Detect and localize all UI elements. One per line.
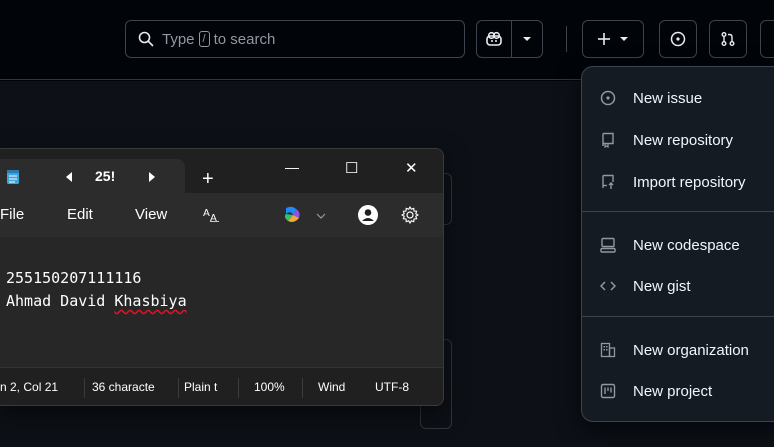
- search-icon: [138, 31, 154, 47]
- copilot-button[interactable]: [476, 20, 512, 58]
- menu-view[interactable]: View: [135, 206, 167, 223]
- notepad-text-area[interactable]: 255150207111116 Ahmad David Khasbiya: [0, 237, 443, 367]
- issue-opened-icon: [600, 90, 616, 106]
- copilot-icon[interactable]: [282, 206, 302, 224]
- spellcheck-error-word[interactable]: Khasbiya: [114, 292, 186, 310]
- scroll-tabs-left-icon[interactable]: [65, 172, 73, 182]
- menu-item-label: New organization: [633, 341, 749, 359]
- plus-icon: [598, 33, 610, 45]
- status-character-count: 36 characte: [92, 380, 155, 394]
- menu-item-new-organization[interactable]: New organization: [582, 332, 774, 368]
- maximize-button[interactable]: ☐: [345, 159, 358, 177]
- text-line-2-part: Ahmad David: [6, 292, 115, 310]
- create-new-button[interactable]: [582, 20, 644, 58]
- settings-gear-icon[interactable]: [401, 206, 419, 224]
- copilot-dropdown-button[interactable]: [511, 20, 543, 58]
- triangle-down-icon: [620, 37, 628, 41]
- status-divider: [178, 378, 179, 398]
- menu-item-label: New gist: [633, 277, 691, 295]
- search-input[interactable]: Type / to search: [125, 20, 465, 58]
- notepad-window: 25! + — ☐ ✕ File Edit View A A 255150207…: [0, 148, 444, 406]
- status-zoom: 100%: [254, 380, 285, 394]
- notepad-menu-bar: File Edit View A A: [0, 193, 443, 237]
- menu-item-import-repository[interactable]: Import repository: [582, 164, 774, 200]
- menu-edit[interactable]: Edit: [67, 206, 93, 223]
- copilot-icon: [486, 31, 502, 46]
- pull-requests-button[interactable]: [709, 20, 747, 58]
- status-divider: [302, 378, 303, 398]
- formatting-icon[interactable]: A A: [203, 206, 221, 222]
- account-avatar-icon[interactable]: [358, 205, 378, 225]
- menu-item-new-gist[interactable]: New gist: [582, 268, 774, 304]
- text-line-2: Ahmad David Khasbiya: [6, 292, 187, 310]
- menu-item-new-codespace[interactable]: New codespace: [582, 227, 774, 263]
- git-pull-request-icon: [721, 32, 735, 46]
- codespaces-icon: [600, 237, 616, 253]
- menu-item-label: New project: [633, 382, 713, 400]
- repo-push-icon: [600, 174, 616, 190]
- menu-item-label: New repository: [633, 131, 734, 149]
- status-divider: [84, 378, 85, 398]
- code-icon: [600, 278, 616, 294]
- minimize-button[interactable]: —: [285, 159, 299, 175]
- menu-item-new-project[interactable]: New project: [582, 373, 774, 409]
- status-divider: [238, 378, 239, 398]
- new-tab-button[interactable]: +: [202, 168, 214, 191]
- menu-item-label: New issue: [633, 89, 703, 107]
- notifications-button[interactable]: [760, 20, 774, 58]
- menu-divider: [582, 211, 774, 212]
- text-line-1: 255150207111116: [6, 269, 142, 287]
- status-encoding: UTF-8: [375, 380, 409, 394]
- header-divider: [566, 26, 567, 52]
- project-icon: [600, 383, 616, 399]
- issue-opened-icon: [670, 31, 686, 47]
- menu-item-label: New codespace: [633, 236, 740, 254]
- search-suffix-label: to search: [213, 30, 276, 48]
- notepad-tab-title: 25!: [95, 168, 116, 184]
- notepad-app-icon: [7, 170, 19, 184]
- repo-icon: [600, 132, 616, 148]
- svg-text:A: A: [203, 208, 210, 219]
- search-shortcut-key: /: [198, 31, 210, 47]
- triangle-down-icon: [523, 37, 531, 41]
- scroll-tabs-right-icon[interactable]: [148, 172, 156, 182]
- menu-item-new-repository[interactable]: New repository: [582, 122, 774, 158]
- close-button[interactable]: ✕: [405, 159, 418, 177]
- search-type-label: Type: [162, 30, 195, 48]
- issues-button[interactable]: [659, 20, 697, 58]
- status-line-ending: Wind: [318, 380, 346, 394]
- notepad-tab[interactable]: 25!: [0, 159, 185, 193]
- chevron-down-icon[interactable]: [316, 212, 326, 220]
- menu-file[interactable]: File: [0, 206, 24, 223]
- notepad-title-bar: 25! + — ☐ ✕: [0, 149, 443, 193]
- status-cursor-position: n 2, Col 21: [0, 380, 59, 394]
- status-file-format: Plain t: [184, 380, 218, 394]
- organization-icon: [600, 342, 616, 358]
- notepad-status-bar: n 2, Col 21 36 characte Plain t 100% Win…: [0, 367, 443, 405]
- menu-divider: [582, 316, 774, 317]
- menu-item-label: Import repository: [633, 173, 746, 191]
- menu-item-new-issue[interactable]: New issue: [582, 80, 774, 116]
- create-new-menu: New issue New repository Import reposito…: [581, 66, 774, 422]
- svg-text:A: A: [210, 213, 217, 222]
